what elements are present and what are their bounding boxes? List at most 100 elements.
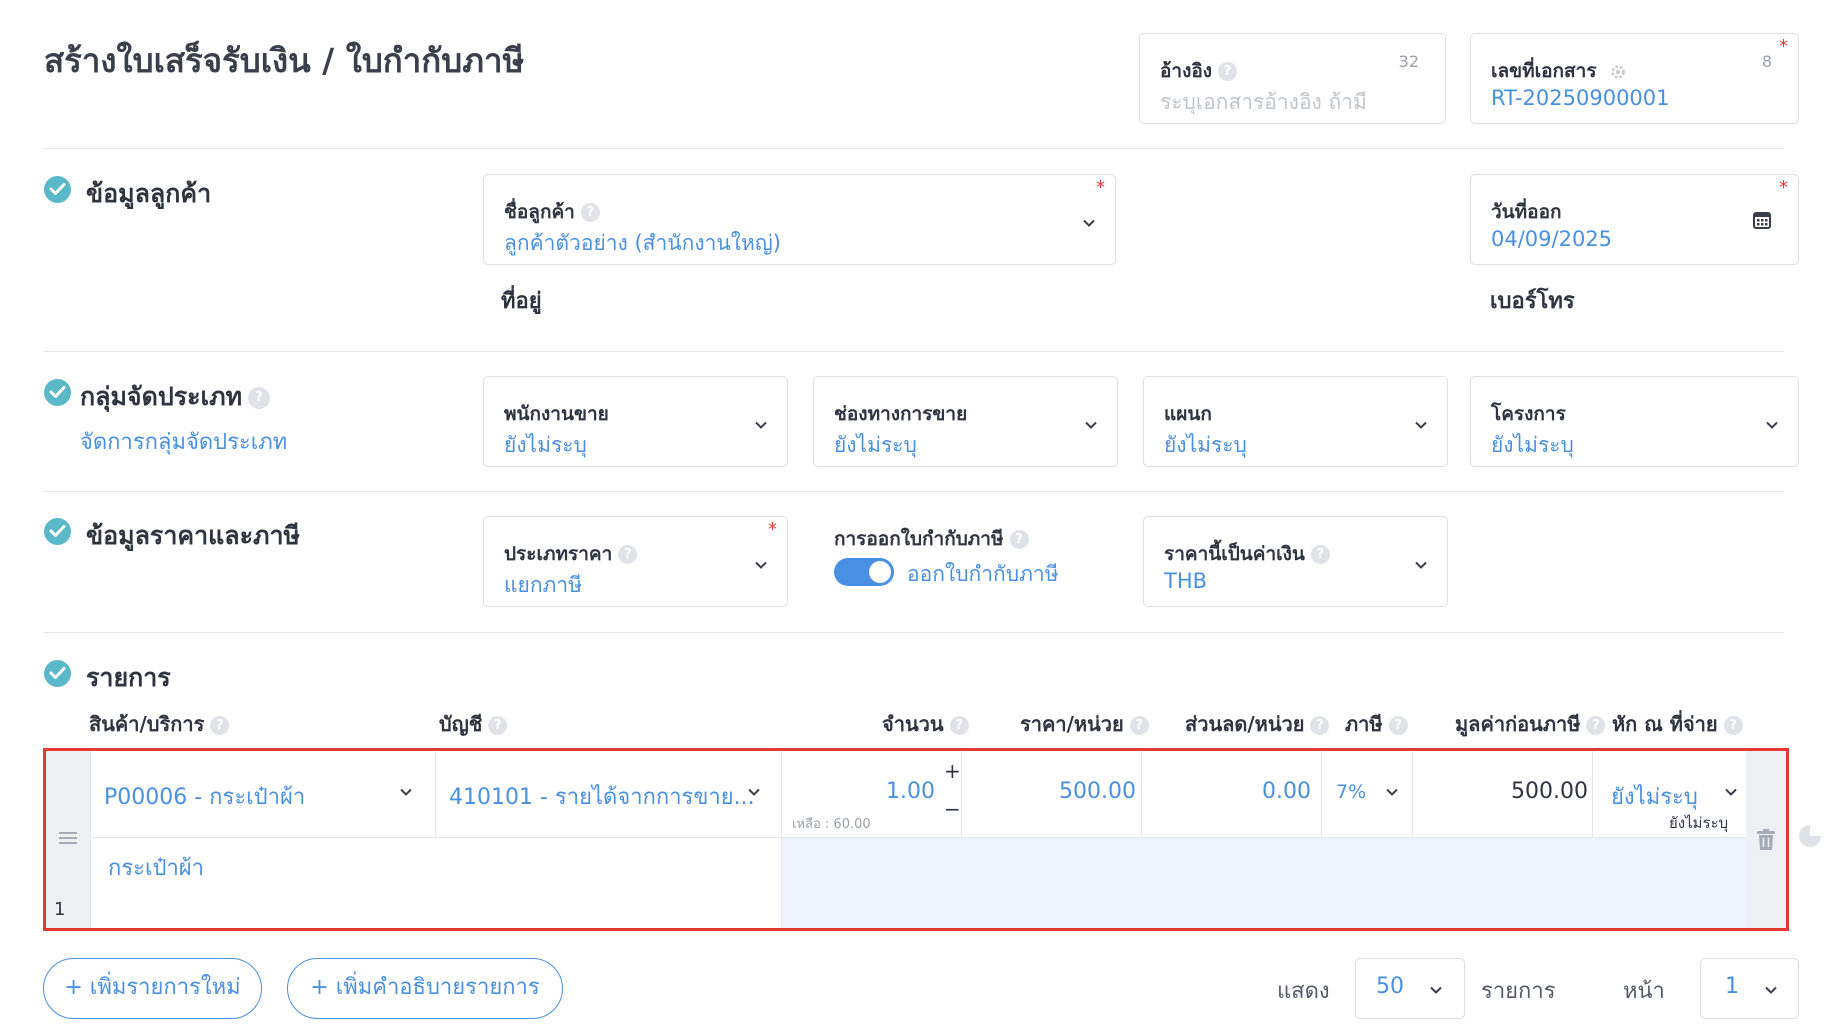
column-header-unit-price: ราคา/หน่วย [1020,712,1124,736]
help-icon[interactable]: ? [1388,716,1408,735]
price-type-label: ประเภทราคา [504,543,613,565]
page-value: 1 [1725,974,1739,999]
withholding-sub: ยังไม่ระบุ [1669,814,1729,832]
row-index: 1 [54,899,66,920]
customer-section-title: ข้อมูลลูกค้า [86,179,212,208]
help-icon[interactable]: ? [1586,716,1606,735]
pie-chart-icon[interactable] [1797,823,1823,849]
column-header-discount: ส่วนลด/หน่วย [1185,712,1305,736]
column-divider [1412,751,1413,837]
required-mark: * [768,519,777,540]
reference-char-count: 32 [1398,52,1419,71]
issue-date-field[interactable]: วันที่ออก * 04/09/2025 [1470,174,1799,265]
check-icon [44,518,71,545]
account-select[interactable]: 410101 - รายได้จากการขาย... [449,779,755,814]
column-divider [435,751,436,837]
column-header-quantity: จำนวน [882,712,944,736]
chevron-down-icon[interactable] [753,557,769,573]
increment-button[interactable]: + [944,759,961,783]
customer-select[interactable]: ชื่อลูกค้า? * ลูกค้าตัวอย่าง (สำนักงานให… [483,174,1116,265]
help-icon[interactable]: ? [1310,545,1330,564]
help-icon[interactable]: ? [1009,530,1029,549]
check-icon [44,660,71,687]
page-select[interactable]: 1 [1700,958,1799,1019]
salesperson-label: พนักงานขาย [504,403,609,425]
manage-groups-link[interactable]: จัดการกลุ่มจัดประเภท [80,424,287,459]
help-icon[interactable]: ? [618,545,638,564]
reference-label: อ้างอิง [1160,60,1213,82]
drag-handle-icon[interactable] [59,831,77,845]
help-icon[interactable]: ? [949,716,969,735]
sales-channel-select[interactable]: ช่องทางการขาย ยังไม่ระบุ [813,376,1118,467]
item-description-input[interactable]: กระเป๋าผ้า [108,850,204,885]
price-type-select[interactable]: ประเภทราคา? * แยกภาษี [483,516,788,607]
pre-tax-amount: 500.00 [1511,779,1588,804]
column-header-withholding: หัก ณ ที่จ่าย [1612,712,1718,736]
unit-price-input[interactable]: 500.00 [1059,779,1136,804]
tax-invoice-toggle[interactable] [834,558,894,586]
calendar-icon[interactable] [1752,210,1772,230]
project-select[interactable]: โครงการ ยังไม่ระบุ [1470,376,1799,467]
chevron-down-icon[interactable] [746,784,762,800]
help-icon[interactable]: ? [1129,716,1149,735]
discount-input[interactable]: 0.00 [1262,779,1311,804]
help-icon[interactable]: ? [488,716,508,735]
column-divider [1141,751,1142,837]
check-icon [44,379,71,406]
column-header-pre-tax: มูลค่าก่อนภาษี [1455,712,1581,736]
divider [44,148,1784,149]
help-icon[interactable]: ? [1218,62,1238,81]
decrement-button[interactable]: − [944,797,961,821]
chevron-down-icon[interactable] [1413,557,1429,573]
column-divider [961,751,962,837]
gear-icon[interactable] [1609,63,1627,81]
customer-value: ลูกค้าตัวอย่าง (สำนักงานใหญ่) [504,231,781,255]
chevron-down-icon[interactable] [753,417,769,433]
per-page-select[interactable]: 50 [1355,958,1465,1019]
column-header-account: บัญชี [439,712,483,736]
tax-invoice-label: การออกใบกำกับภาษี [834,528,1004,550]
chevron-down-icon[interactable] [1384,784,1400,800]
chevron-down-icon[interactable] [398,784,414,800]
page-title: สร้างใบเสร็จรับเงิน / ใบกำกับภาษี [44,41,525,80]
salesperson-select[interactable]: พนักงานขาย ยังไม่ระบุ [483,376,788,467]
chevron-down-icon[interactable] [1083,417,1099,433]
doc-number-field[interactable]: เลขที่เอกสาร 8 * RT-20250900001 [1470,33,1799,124]
help-icon[interactable]: ? [580,203,600,222]
required-mark: * [1779,177,1788,198]
per-page-value: 50 [1376,974,1404,999]
chevron-down-icon[interactable] [1428,982,1444,998]
help-icon[interactable]: ? [1310,716,1330,735]
chevron-down-icon[interactable] [1723,784,1739,800]
doc-number-input[interactable]: RT-20250900001 [1491,86,1670,110]
currency-select[interactable]: ราคานี้เป็นค่าเงิน? THB [1143,516,1448,607]
doc-number-label: เลขที่เอกสาร [1491,60,1597,82]
tax-select[interactable]: 7% [1336,781,1366,803]
address-label: ที่อยู่ [501,289,542,314]
trash-icon[interactable] [1757,829,1775,851]
sales-channel-value: ยังไม่ระบุ [834,433,917,457]
help-icon[interactable]: ? [248,387,271,409]
required-mark: * [1779,36,1788,57]
help-icon[interactable]: ? [210,716,230,735]
chevron-down-icon[interactable] [1081,215,1097,231]
add-description-button[interactable]: + เพิ่มคำอธิบายรายการ [287,958,563,1019]
currency-value: THB [1164,569,1208,593]
quantity-input[interactable]: 1.00 [886,779,935,804]
chevron-down-icon[interactable] [1764,417,1780,433]
doc-number-char-count: 8 [1761,52,1772,71]
chevron-down-icon[interactable] [1763,982,1779,998]
reference-field[interactable]: อ้างอิง? 32 ระบุเอกสารอ้างอิง ถ้ามี [1139,33,1446,124]
chevron-down-icon[interactable] [1413,417,1429,433]
department-select[interactable]: แผนก ยังไม่ระบุ [1143,376,1448,467]
product-select[interactable]: P00006 - กระเป๋าผ้า [104,779,305,814]
phone-label: เบอร์โทร [1490,289,1575,314]
items-label: รายการ [1481,979,1556,1004]
reference-input[interactable]: ระบุเอกสารอ้างอิง ถ้ามี [1160,86,1367,119]
help-icon[interactable]: ? [1723,716,1743,735]
table-row: 1 P00006 - กระเป๋าผ้า 410101 - รายได้จาก… [43,748,1789,931]
required-mark: * [1096,177,1105,198]
issue-date-value[interactable]: 04/09/2025 [1491,227,1612,251]
withholding-select[interactable]: ยังไม่ระบุ [1611,779,1698,814]
add-item-button[interactable]: + เพิ่มรายการใหม่ [43,958,262,1019]
